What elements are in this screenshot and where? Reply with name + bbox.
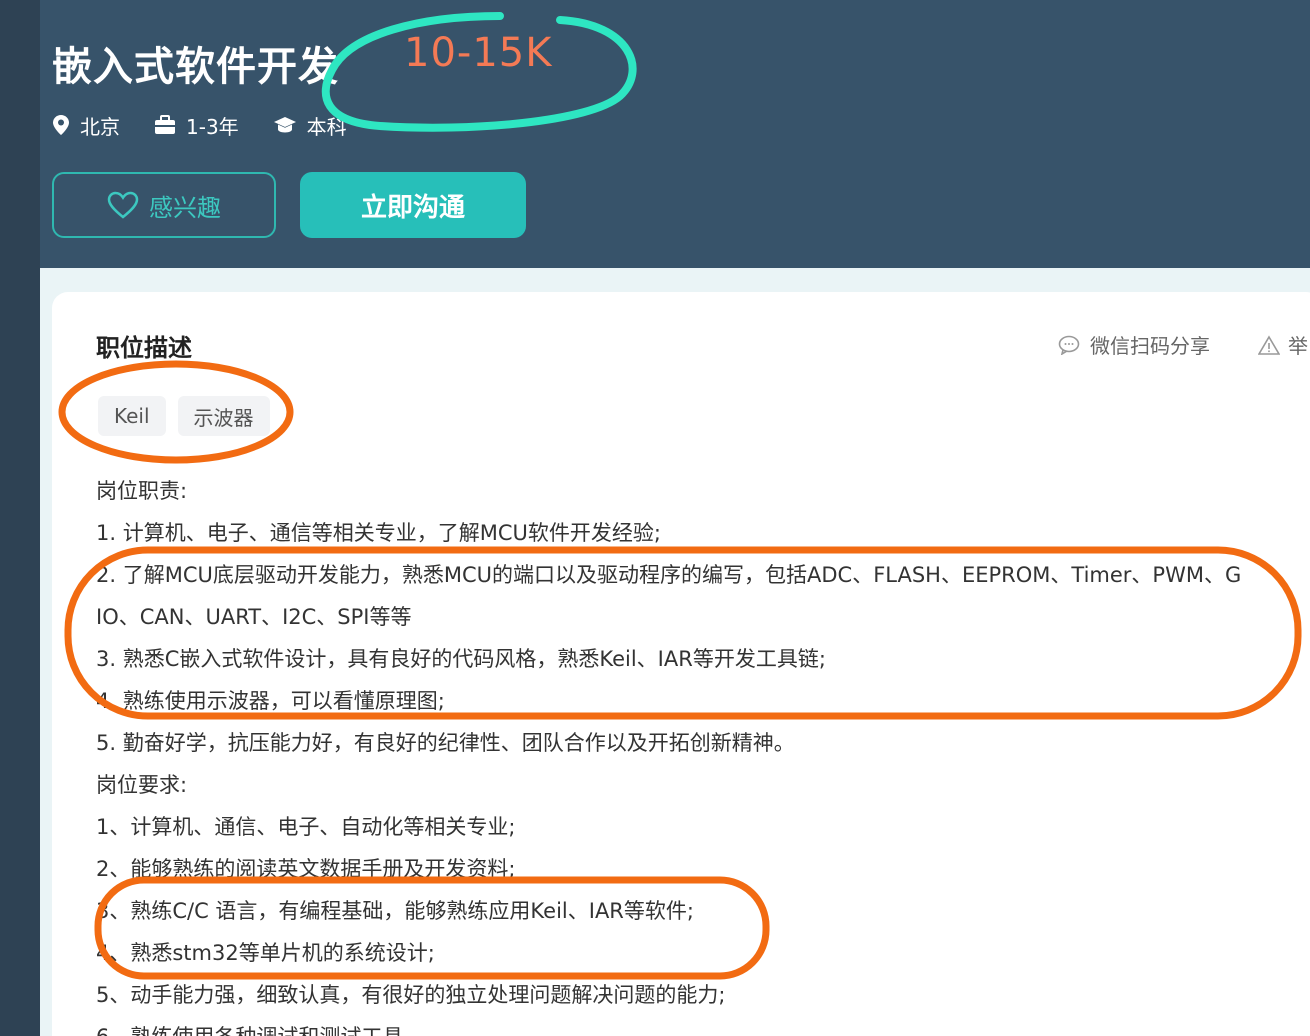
description-line: 5、动手能力强，细致认真，有很好的独立处理问题解决问题的能力; xyxy=(96,983,726,1007)
interest-button[interactable]: 感兴趣 xyxy=(52,172,276,238)
description-line: 6、熟练使用各种调试和测试工具 xyxy=(96,1016,1310,1036)
location-text: 北京 xyxy=(80,114,120,139)
description-line: 4. 熟练使用示波器，可以看懂原理图; xyxy=(96,689,445,713)
share-label: 微信扫码分享 xyxy=(1090,334,1210,358)
job-meta-row: 北京 1-3年 本科 xyxy=(52,110,381,140)
chat-now-button[interactable]: 立即沟通 xyxy=(300,172,526,238)
interest-label: 感兴趣 xyxy=(149,193,221,222)
description-line: 4、熟悉stm32等单片机的系统设计; xyxy=(96,941,435,965)
description-line: 5. 勤奋好学，抗压能力好，有良好的纪律性、团队合作以及开拓创新精神。 xyxy=(96,731,795,755)
meta-location: 北京 xyxy=(52,111,120,140)
job-title: 嵌入式软件开发 xyxy=(52,44,339,90)
skill-tag: 示波器 xyxy=(177,396,270,436)
report-link[interactable]: 举 xyxy=(1258,330,1308,359)
chat-bubble-icon xyxy=(1058,335,1080,355)
meta-experience: 1-3年 xyxy=(154,111,239,140)
meta-education: 本科 xyxy=(273,111,347,140)
briefcase-icon xyxy=(155,115,175,134)
location-pin-icon xyxy=(53,115,69,135)
skill-tag: Keil xyxy=(98,396,166,436)
description-line: 1. 计算机、电子、通信等相关专业，了解MCU软件开发经验; xyxy=(96,521,661,545)
job-description-text: 岗位职责: 1. 计算机、电子、通信等相关专业，了解MCU软件开发经验; 2. … xyxy=(96,470,1310,1036)
description-line: 3、熟练C/C 语言，有编程基础，能够熟练应用Keil、IAR等软件; xyxy=(96,899,694,923)
experience-text: 1-3年 xyxy=(186,114,239,139)
left-sidebar-strip xyxy=(0,0,40,1036)
warning-icon xyxy=(1258,334,1280,355)
wechat-share-link[interactable]: 微信扫码分享 xyxy=(1058,330,1210,359)
description-line: 3. 熟悉C嵌入式软件设计，具有良好的代码风格，熟悉Keil、IAR等开发工具链… xyxy=(96,647,826,671)
description-line: 2、能够熟练的阅读英文数据手册及开发资料; xyxy=(96,857,516,881)
education-text: 本科 xyxy=(306,114,347,139)
skill-tags: Keil 示波器 xyxy=(98,396,282,436)
report-label: 举 xyxy=(1288,334,1308,358)
chat-label: 立即沟通 xyxy=(360,192,465,223)
heart-icon xyxy=(107,191,139,219)
section-title: 职位描述 xyxy=(96,334,192,362)
description-line: 岗位要求: xyxy=(96,773,188,797)
description-line: 2. 了解MCU底层驱动开发能力，熟悉MCU的端口以及驱动程序的编写，包括ADC… xyxy=(96,563,1242,587)
graduation-cap-icon xyxy=(273,117,296,133)
job-detail-page: 嵌入式软件开发 10-15K 北京 1-3年 本科 感兴趣 立即沟通 职位描述 … xyxy=(0,0,1310,1036)
description-line: IO、CAN、UART、I2C、SPI等等 xyxy=(96,605,412,629)
description-line: 岗位职责: xyxy=(96,479,188,503)
salary-range: 10-15K xyxy=(404,30,553,76)
description-line: 1、计算机、通信、电子、自动化等相关专业; xyxy=(96,815,516,839)
